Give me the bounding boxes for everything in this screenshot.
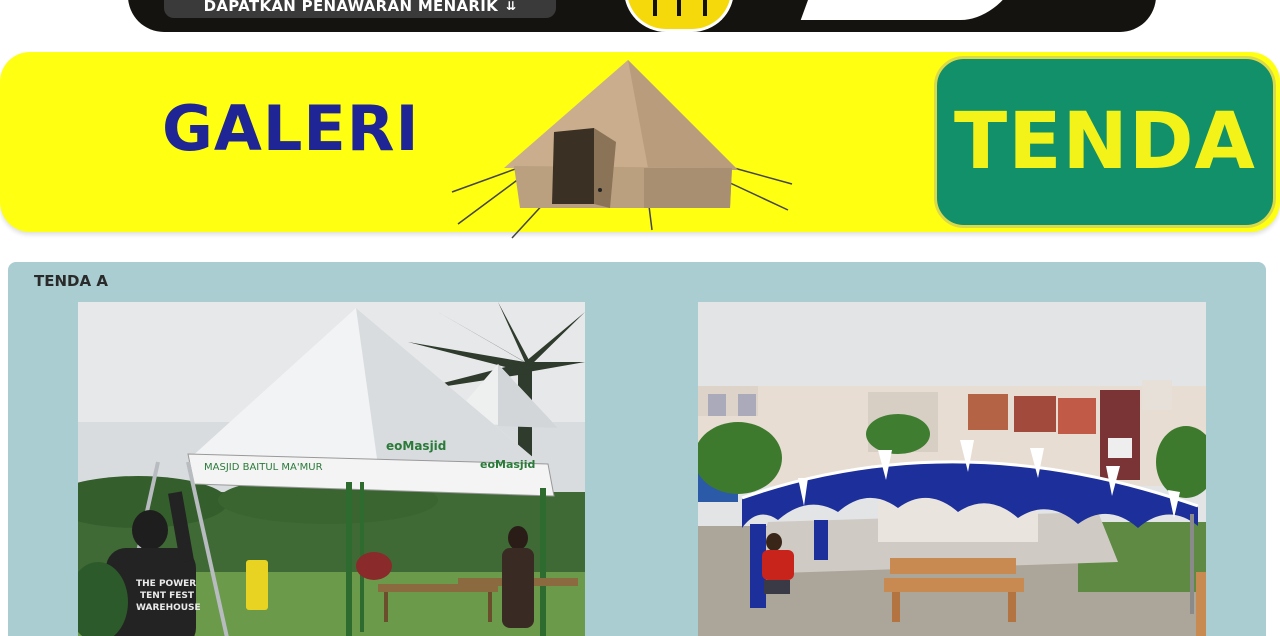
svg-text:TENT FEST: TENT FEST [140,591,195,601]
top-banner: DAPATKAN PENAWARAN MENARIK ⇊ [128,0,1156,32]
offer-button[interactable]: DAPATKAN PENAWARAN MENARIK ⇊ [164,0,556,18]
signage-text-2: eoMasjid [386,439,446,453]
gallery-photo-2[interactable] [698,302,1206,636]
gallery-title: GALERI [162,92,420,165]
offer-button-label: DAPATKAN PENAWARAN MENARIK [203,0,499,15]
tenda-title: TENDA [954,97,1256,187]
gallery-photo-1[interactable]: MASJID BAITUL MA'MUR eoMasjid eoMasjid T… [78,302,585,636]
tenda-badge: TENDA [934,56,1276,228]
pyramid-tent-photo: MASJID BAITUL MA'MUR eoMasjid eoMasjid T… [78,302,585,636]
signage-text-1: MASJID BAITUL MA'MUR [204,462,323,473]
decorated-tent-photo [698,302,1206,636]
bell-tent-illustration [451,60,793,239]
tent-logo-icon [653,0,707,16]
svg-text:THE POWER: THE POWER [136,579,196,589]
brand-logo[interactable] [624,0,734,32]
double-chevron-down-icon: ⇊ [506,0,517,13]
svg-text:WAREHOUSE: WAREHOUSE [136,603,201,613]
signage-text-3: eoMasjid [480,458,535,471]
section-title: TENDA A [34,272,108,290]
banner-decoration [800,0,1016,20]
